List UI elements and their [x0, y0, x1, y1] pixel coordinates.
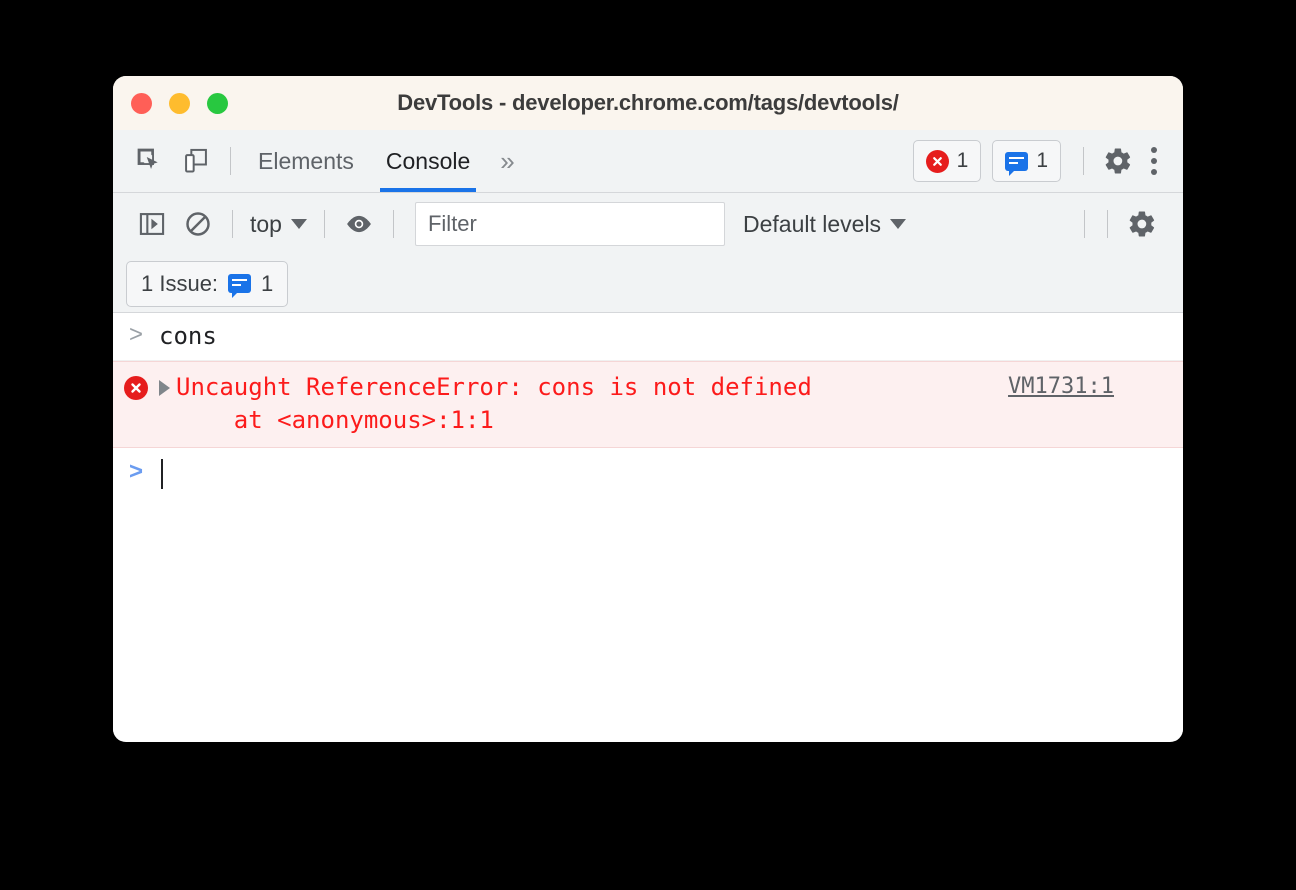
close-window-button[interactable] [131, 92, 152, 114]
error-expand-triangle-icon[interactable] [159, 380, 170, 397]
console-sidebar-toggle-icon[interactable] [129, 201, 175, 247]
tab-elements[interactable]: Elements [242, 130, 370, 192]
console-output[interactable]: > cons Uncaught ReferenceError: cons is … [113, 313, 1183, 741]
console-toolbar-separator-4 [1084, 210, 1085, 238]
console-entry-error: Uncaught ReferenceError: cons is not def… [113, 361, 1183, 448]
console-error-line-1: Uncaught ReferenceError: cons is not def… [176, 373, 812, 402]
console-filter-placeholder: Filter [427, 211, 477, 236]
inspect-element-icon[interactable] [127, 138, 173, 184]
error-count-chip[interactable]: 1 [912, 140, 982, 182]
error-circle-icon [925, 149, 949, 173]
live-expression-eye-icon[interactable] [336, 201, 382, 247]
window-titlebar: DevTools - developer.chrome.com/tags/dev… [113, 76, 1183, 130]
console-toolbar-separator-5 [1107, 210, 1108, 238]
error-count-value: 1 [956, 149, 969, 172]
log-levels-selector[interactable]: Default levels [742, 210, 907, 238]
chevron-down-icon [290, 219, 307, 229]
issues-summary-chip[interactable]: 1 Issue: 1 [126, 260, 289, 307]
tab-elements-label: Elements [258, 147, 354, 174]
console-toolbar-right-group [1073, 193, 1165, 255]
tabbar-right-separator [1083, 147, 1084, 175]
console-input-text: cons [159, 322, 217, 350]
issues-bar: 1 Issue: 1 [113, 255, 1183, 313]
tabbar-separator [230, 147, 231, 175]
clear-console-icon[interactable] [175, 201, 221, 247]
console-error-message: Uncaught ReferenceError: cons is not def… [176, 371, 1008, 436]
console-error-line-2: at <anonymous>:1:1 [176, 405, 494, 434]
console-filter-input[interactable]: Filter [414, 202, 725, 246]
console-toolbar-separator-1 [232, 210, 233, 238]
console-settings-gear-icon[interactable] [1119, 201, 1165, 247]
console-entry-prompt[interactable]: > [113, 448, 1183, 497]
issue-speech-bubble-icon [1005, 151, 1029, 176]
more-options-icon[interactable] [1141, 139, 1167, 183]
prompt-chevron-icon: > [128, 321, 143, 348]
console-toolbar-separator-2 [323, 210, 325, 238]
entry-gutter [113, 371, 159, 401]
execution-context-label: top [250, 210, 282, 237]
entry-gutter: > [113, 321, 159, 347]
error-source-link[interactable]: VM1731:1 [1008, 374, 1114, 399]
issues-summary-count: 1 [261, 270, 274, 296]
chevron-down-icon [890, 219, 907, 229]
device-toolbar-icon[interactable] [173, 138, 219, 184]
tab-console-label: Console [385, 147, 471, 174]
more-tabs-icon[interactable]: » [486, 148, 528, 174]
tab-console[interactable]: Console [370, 130, 486, 192]
console-toolbar: top Filter Default levels [113, 193, 1183, 255]
prompt-chevron-icon: > [128, 457, 143, 485]
window-title: DevTools - developer.chrome.com/tags/dev… [397, 90, 899, 115]
window-traffic-lights [131, 92, 228, 114]
console-entry-input: > cons [113, 313, 1183, 362]
issue-count-value: 1 [1036, 149, 1048, 172]
issue-speech-bubble-icon [228, 274, 252, 298]
console-toolbar-separator-3 [392, 210, 394, 238]
tabbar-right-group: 1 1 [912, 130, 1167, 192]
devtools-window: DevTools - developer.chrome.com/tags/dev… [113, 76, 1183, 742]
entry-gutter: > [113, 458, 159, 484]
minimize-window-button[interactable] [169, 92, 190, 114]
issue-count-chip[interactable]: 1 [992, 140, 1061, 182]
error-circle-icon [124, 376, 148, 401]
maximize-window-button[interactable] [207, 92, 228, 114]
devtools-tabbar: Elements Console » 1 1 [113, 130, 1183, 193]
page-root: DevTools - developer.chrome.com/tags/dev… [0, 0, 1296, 890]
log-levels-label: Default levels [742, 210, 882, 237]
issues-summary-label: 1 Issue: [141, 270, 219, 296]
settings-gear-icon[interactable] [1095, 138, 1141, 184]
console-text-cursor [161, 458, 163, 489]
execution-context-selector[interactable]: top [244, 211, 313, 238]
